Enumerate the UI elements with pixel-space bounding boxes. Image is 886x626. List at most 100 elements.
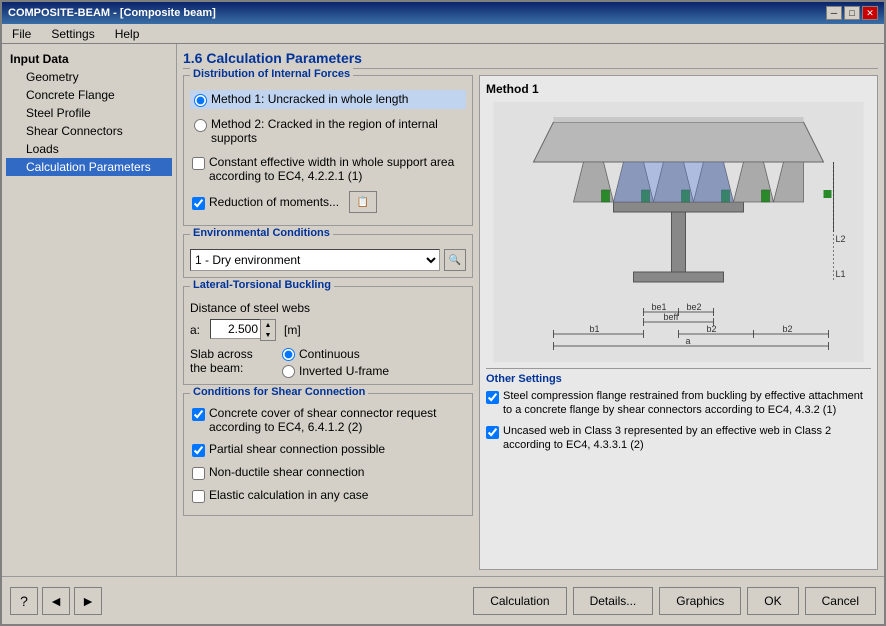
sidebar-item-geometry[interactable]: Geometry: [6, 68, 172, 86]
ok-button[interactable]: OK: [747, 587, 798, 615]
svg-text:L2: L2: [836, 234, 846, 244]
calculation-button[interactable]: Calculation: [473, 587, 566, 615]
slab-uframe-radio[interactable]: [282, 365, 295, 378]
graphics-button[interactable]: Graphics: [659, 587, 741, 615]
radio-group-methods: Method 1: Uncracked in whole length Meth…: [190, 90, 466, 147]
sidebar: Input Data Geometry Concrete Flange Stee…: [2, 44, 177, 576]
other-cb2-item: Uncased web in Class 3 represented by an…: [486, 424, 871, 453]
distance-input[interactable]: [210, 319, 260, 339]
forward-button[interactable]: ►: [74, 587, 102, 615]
shear-cb1-checkbox[interactable]: [192, 408, 205, 421]
other-cb2-label: Uncased web in Class 3 represented by an…: [503, 424, 871, 453]
cancel-button[interactable]: Cancel: [805, 587, 876, 615]
back-button[interactable]: ◄: [42, 587, 70, 615]
distance-input-group: ▲ ▼: [210, 319, 276, 341]
left-panel: Distribution of Internal Forces Method 1…: [183, 75, 473, 570]
sidebar-group-input-data: Input Data: [6, 50, 172, 68]
other-cb1-item: Steel compression flange restrained from…: [486, 389, 871, 418]
close-button[interactable]: ✕: [862, 6, 878, 20]
slab-uframe-label: Inverted U-frame: [299, 364, 389, 378]
spin-up-button[interactable]: ▲: [261, 320, 275, 330]
unit-label: [m]: [284, 323, 301, 337]
other-cb1-checkbox[interactable]: [486, 391, 499, 404]
diagram-area: be1 be2 beff: [486, 102, 871, 362]
maximize-button[interactable]: □: [844, 6, 860, 20]
composite-beam-diagram: be1 be2 beff: [486, 102, 871, 362]
other-settings: Other Settings Steel compression flange …: [486, 368, 871, 452]
shear-cb2-item: Partial shear connection possible: [190, 440, 466, 459]
slab-continuous-label: Continuous: [299, 347, 360, 361]
sidebar-item-loads[interactable]: Loads: [6, 140, 172, 158]
method1-radio[interactable]: [194, 94, 207, 107]
menu-help[interactable]: Help: [109, 26, 146, 42]
svg-text:b1: b1: [590, 324, 600, 334]
footer: ? ◄ ► Calculation Details... Graphics OK…: [2, 576, 884, 624]
shear-cb3-item: Non-ductile shear connection: [190, 463, 466, 482]
shear-cb4-label: Elastic calculation in any case: [209, 488, 368, 502]
method2-label: Method 2: Cracked in the region of inter…: [211, 117, 462, 145]
details-button[interactable]: Details...: [573, 587, 654, 615]
shear-cb2-checkbox[interactable]: [192, 444, 205, 457]
env-select[interactable]: 1 - Dry environment: [190, 249, 440, 271]
spin-down-button[interactable]: ▼: [261, 330, 275, 340]
svg-text:be1: be1: [652, 302, 667, 312]
svg-text:L1: L1: [836, 269, 846, 279]
slab-continuous-radio[interactable]: [282, 348, 295, 361]
slab-row: Slab across the beam: Continuous Inverte…: [190, 347, 466, 378]
diagram-method-label: Method 1: [486, 82, 871, 96]
reduction-moments-checkbox[interactable]: [192, 197, 205, 210]
spin-buttons: ▲ ▼: [260, 319, 276, 341]
sidebar-item-calculation-parameters[interactable]: Calculation Parameters: [6, 158, 172, 176]
menu-settings[interactable]: Settings: [45, 26, 100, 42]
reduction-moments-info-button[interactable]: 📋: [349, 191, 377, 213]
two-column-layout: Distribution of Internal Forces Method 1…: [183, 75, 878, 570]
right-panel: Method 1: [479, 75, 878, 570]
method1-label: Method 1: Uncracked in whole length: [211, 92, 408, 106]
constant-width-checkbox[interactable]: [192, 157, 205, 170]
method2-radio[interactable]: [194, 119, 207, 132]
other-cb1-label: Steel compression flange restrained from…: [503, 389, 871, 418]
title-bar: COMPOSITE-BEAM - [Composite beam] ─ □ ✕: [2, 2, 884, 24]
constant-width-label: Constant effective width in whole suppor…: [209, 155, 464, 183]
section-title: 1.6 Calculation Parameters: [183, 50, 878, 69]
minimize-button[interactable]: ─: [826, 6, 842, 20]
svg-text:beff: beff: [664, 312, 679, 322]
main-content: Input Data Geometry Concrete Flange Stee…: [2, 44, 884, 576]
env-search-button[interactable]: 🔍: [444, 249, 466, 271]
env-title: Environmental Conditions: [190, 227, 333, 239]
lateral-group: Lateral-Torsional Buckling Distance of s…: [183, 286, 473, 385]
distance-row: Distance of steel webs: [190, 301, 466, 315]
sidebar-item-steel-profile[interactable]: Steel Profile: [6, 104, 172, 122]
slab-continuous-option[interactable]: Continuous: [282, 347, 389, 361]
shear-cb1-item: Concrete cover of shear connector reques…: [190, 404, 466, 436]
slab-options: Continuous Inverted U-frame: [282, 347, 389, 378]
sidebar-item-shear-connectors[interactable]: Shear Connectors: [6, 122, 172, 140]
slab-uframe-option[interactable]: Inverted U-frame: [282, 364, 389, 378]
footer-right-buttons: Calculation Details... Graphics OK Cance…: [473, 587, 876, 615]
reduction-moments-label: Reduction of moments...: [209, 195, 339, 209]
shear-cb3-checkbox[interactable]: [192, 467, 205, 480]
sidebar-item-concrete-flange[interactable]: Concrete Flange: [6, 86, 172, 104]
env-row: 1 - Dry environment 🔍: [190, 249, 466, 271]
window-controls: ─ □ ✕: [826, 6, 878, 20]
svg-text:a: a: [686, 336, 691, 346]
svg-text:be2: be2: [687, 302, 702, 312]
shear-cb4-checkbox[interactable]: [192, 490, 205, 503]
distribution-title: Distribution of Internal Forces: [190, 68, 353, 80]
reduction-moments-checkbox-item: Reduction of moments... 📋: [190, 189, 466, 215]
main-window: COMPOSITE-BEAM - [Composite beam] ─ □ ✕ …: [0, 0, 886, 626]
help-button[interactable]: ?: [10, 587, 38, 615]
footer-left-buttons: ? ◄ ►: [10, 587, 102, 615]
other-cb2-checkbox[interactable]: [486, 426, 499, 439]
method1-option[interactable]: Method 1: Uncracked in whole length: [190, 90, 466, 109]
shear-cb1-label: Concrete cover of shear connector reques…: [209, 406, 464, 434]
method2-option[interactable]: Method 2: Cracked in the region of inter…: [190, 115, 466, 147]
content-area: 1.6 Calculation Parameters Distribution …: [177, 44, 884, 576]
distribution-group: Distribution of Internal Forces Method 1…: [183, 75, 473, 226]
svg-text:b2: b2: [783, 324, 793, 334]
window-title: COMPOSITE-BEAM - [Composite beam]: [8, 7, 216, 19]
shear-title: Conditions for Shear Connection: [190, 386, 368, 398]
svg-text:b2: b2: [707, 324, 717, 334]
menu-file[interactable]: File: [6, 26, 37, 42]
shear-group: Conditions for Shear Connection Concrete…: [183, 393, 473, 516]
